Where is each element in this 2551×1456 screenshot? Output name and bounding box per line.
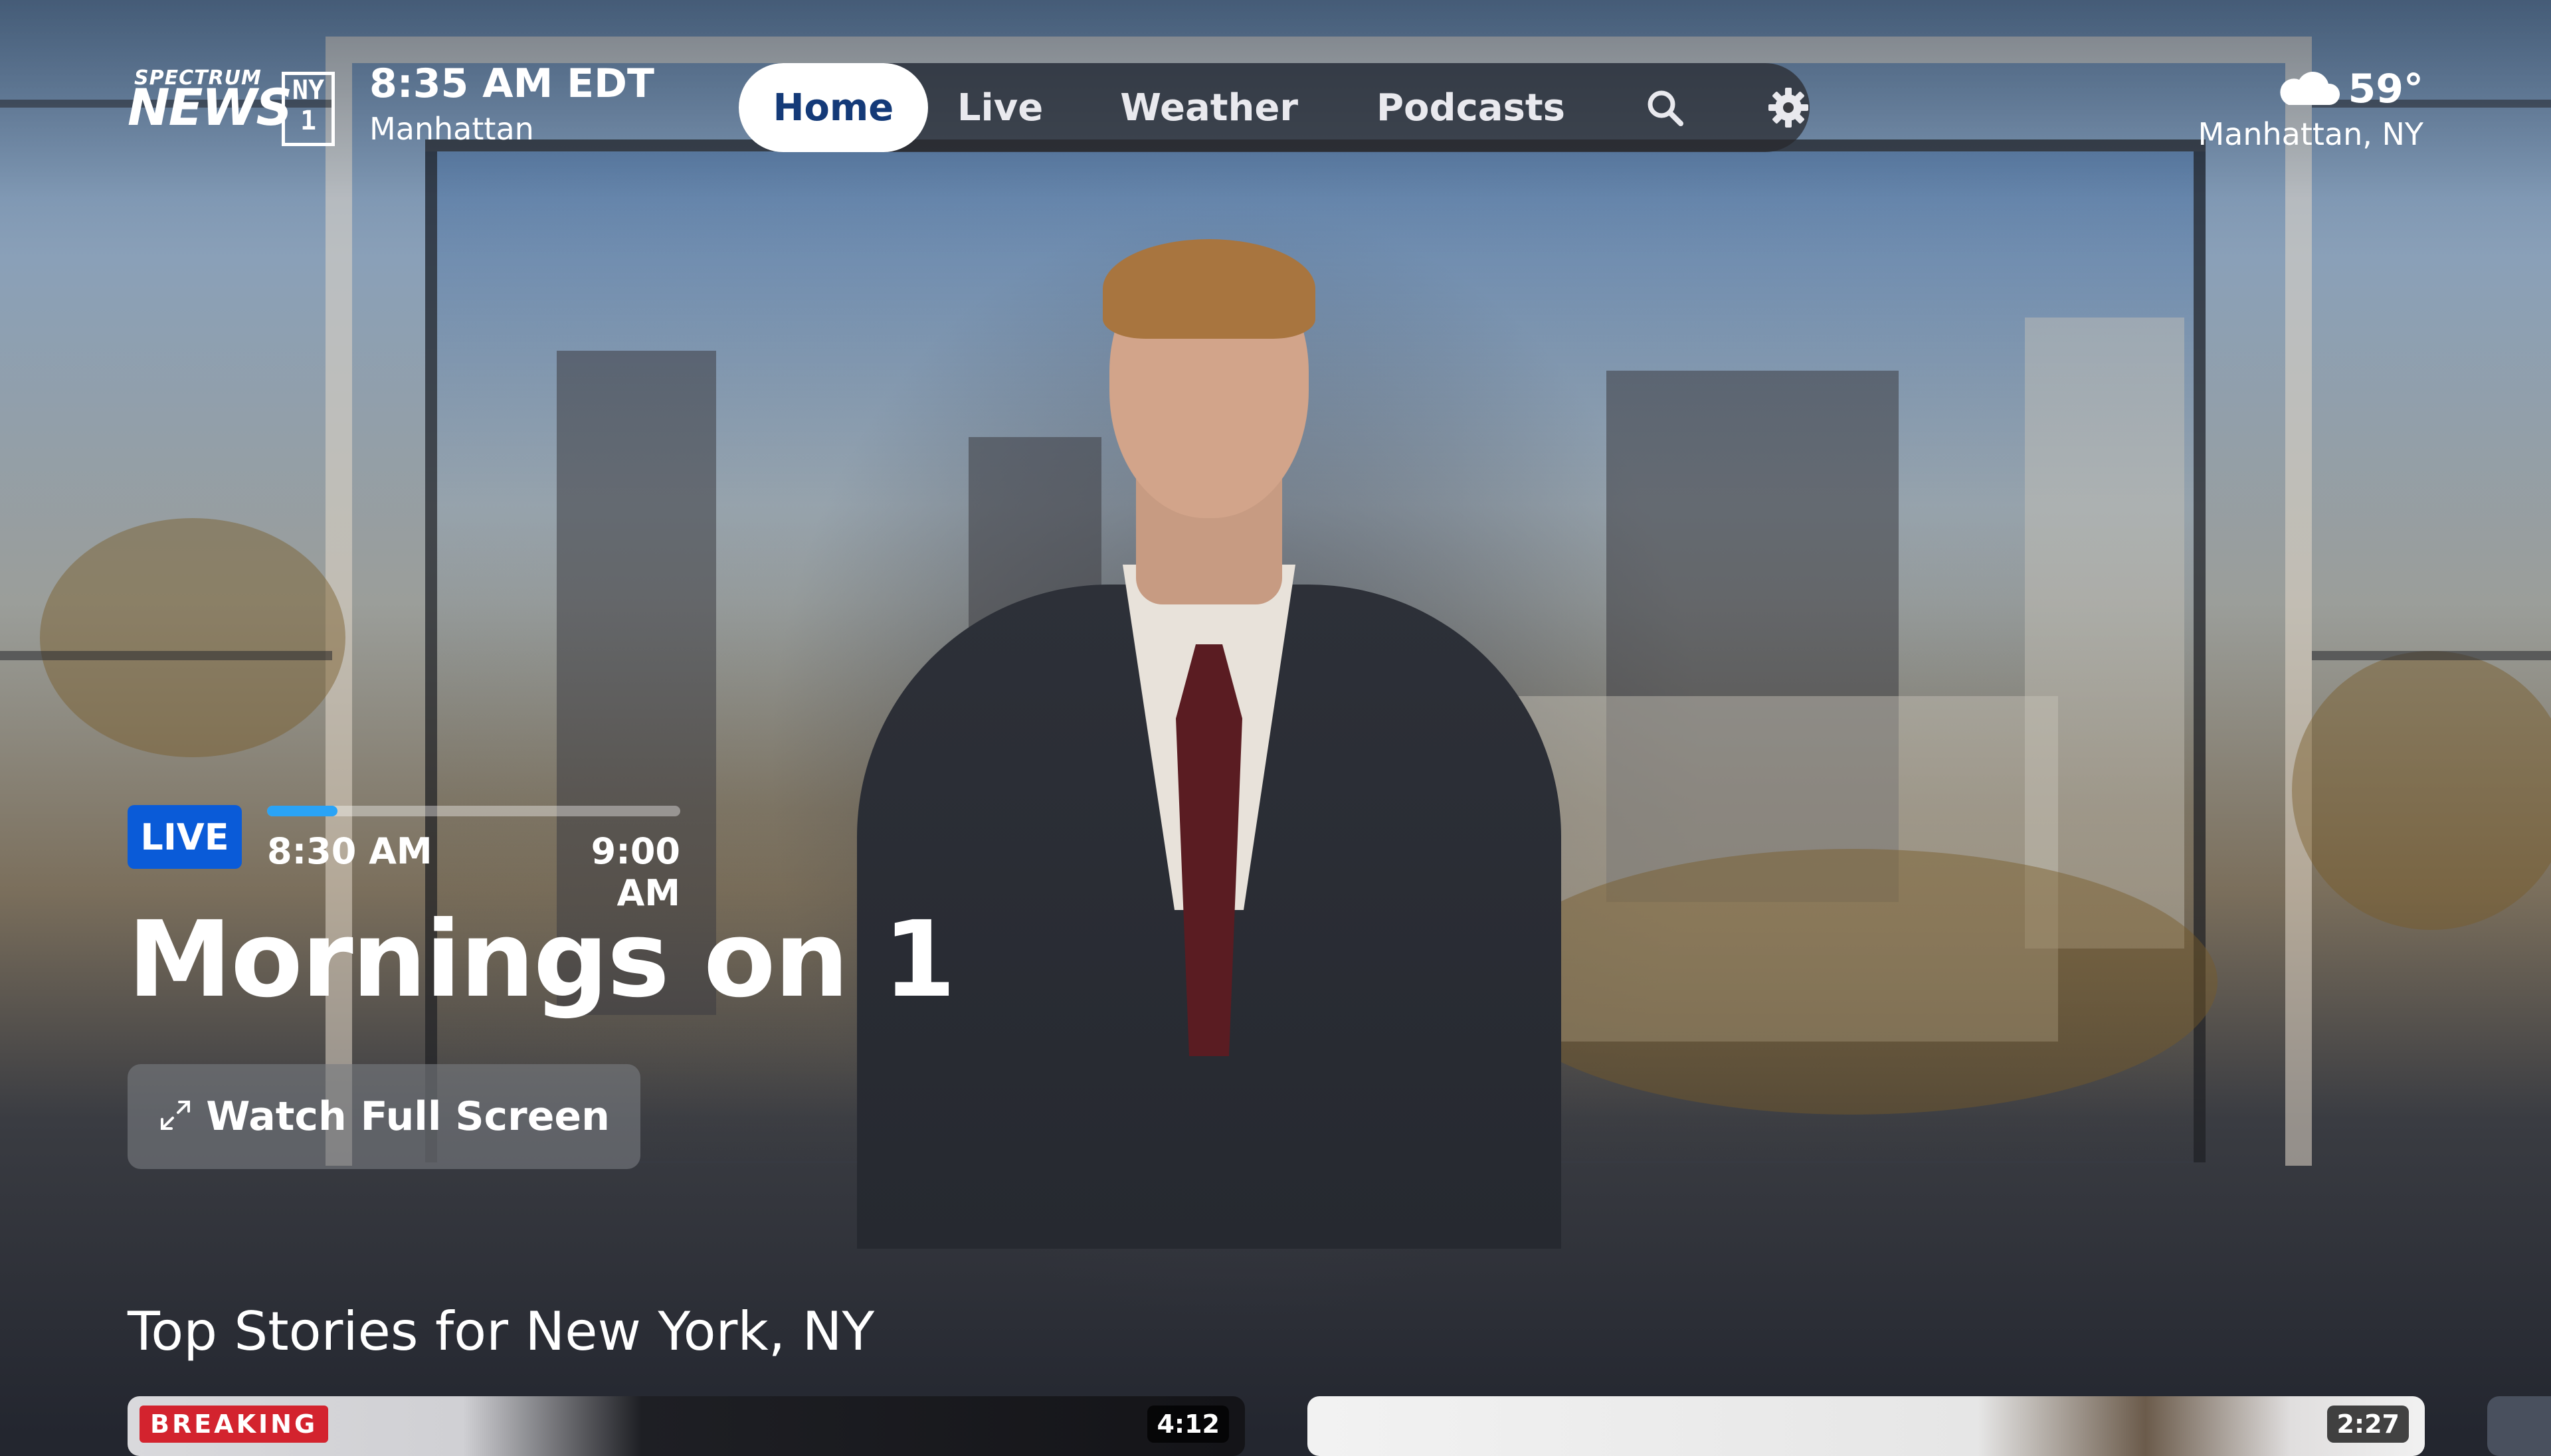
expand-icon: [158, 1098, 193, 1135]
main-nav: Home Live Weather Podcasts: [739, 63, 1810, 152]
program-progress-fill: [267, 806, 337, 816]
park-trees: [2292, 651, 2551, 930]
anchor-hair: [1103, 239, 1315, 339]
tab-live[interactable]: Live: [957, 86, 1043, 130]
weather-location: Manhattan, NY: [2198, 116, 2423, 152]
search-icon[interactable]: [1645, 88, 1685, 128]
program-start-time: 8:30 AM: [267, 830, 432, 872]
story-card[interactable]: 2:27: [1307, 1396, 2425, 1456]
news-anchor: [857, 239, 1561, 1249]
section-title: Top Stories for New York, NY: [128, 1301, 875, 1362]
video-duration: 2:27: [2327, 1406, 2409, 1443]
current-time: 8:35 AM EDT: [369, 60, 654, 107]
window-mullion: [0, 651, 332, 660]
watch-full-screen-button[interactable]: Watch Full Screen: [128, 1064, 640, 1169]
live-video-background[interactable]: [0, 0, 2551, 1435]
current-location: Manhattan: [369, 111, 534, 147]
window-mullion: [2312, 651, 2551, 660]
park-trees: [40, 518, 345, 757]
weather-widget[interactable]: 59° Manhattan, NY: [2198, 64, 2423, 154]
cloud-icon: [2275, 68, 2342, 110]
program-title: Mornings on 1: [128, 899, 956, 1021]
tab-weather[interactable]: Weather: [1120, 86, 1298, 130]
story-card[interactable]: [2487, 1396, 2551, 1456]
watch-button-label: Watch Full Screen: [206, 1093, 610, 1140]
tab-podcasts[interactable]: Podcasts: [1376, 86, 1565, 130]
park-trees: [1487, 849, 2218, 1115]
temperature: 59°: [2348, 66, 2424, 112]
gear-icon[interactable]: [1767, 86, 1810, 129]
clock: 8:35 AM EDT Manhattan: [369, 58, 654, 149]
logo-ny1-badge: NY 1: [282, 72, 335, 146]
spectrum-news-ny1-logo: SPECTRUM NEWS NY 1: [128, 66, 340, 146]
program-progress-bar: [267, 806, 680, 816]
breaking-badge: BREAKING: [140, 1406, 329, 1443]
story-card[interactable]: BREAKING 4:12: [128, 1396, 1245, 1456]
tab-home[interactable]: Home: [739, 63, 928, 152]
video-duration: 4:12: [1147, 1406, 1229, 1443]
live-badge: LIVE: [128, 805, 242, 869]
logo-news-text: NEWS: [128, 78, 292, 137]
